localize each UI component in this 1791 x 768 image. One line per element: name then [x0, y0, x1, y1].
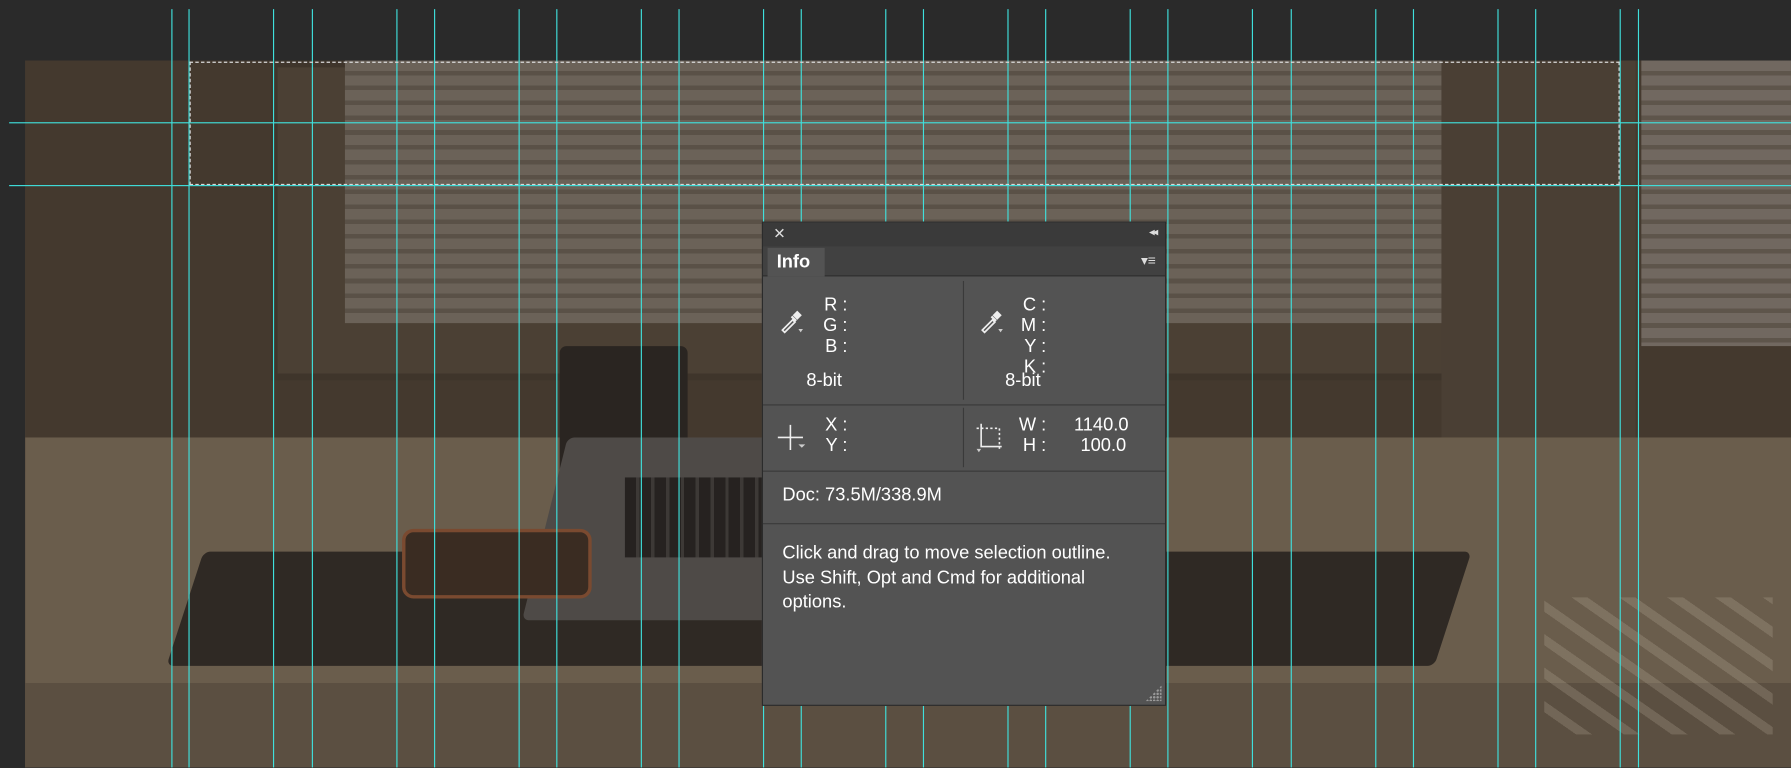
h-label: H :	[1022, 436, 1047, 456]
r-label: R :	[824, 295, 848, 316]
collapse-icon[interactable]: ◂◂	[1149, 226, 1158, 239]
x-label: X :	[825, 415, 848, 436]
y-position-label: Y :	[825, 436, 848, 456]
horizontal-guide[interactable]	[9, 185, 1791, 187]
tab-info[interactable]: Info	[767, 247, 825, 277]
info-panel[interactable]: ✕ ◂◂ Info ▾≡ R : G : B : 8-bit C : M : Y…	[761, 221, 1167, 706]
position-size-section: X : Y : W : H : 1140.0 100.0	[762, 405, 1166, 472]
panel-tabstrip: Info ▾≡	[762, 246, 1166, 277]
doc-size-readout[interactable]: Doc: 73.5M/338.9M	[782, 485, 941, 506]
marquee-selection[interactable]	[189, 61, 1620, 186]
g-label: G :	[823, 316, 848, 336]
cmyk-bit-depth: 8-bit	[1005, 371, 1041, 391]
w-label: W :	[1018, 415, 1047, 436]
photo-window-right	[1641, 60, 1791, 347]
c-label: C :	[1022, 295, 1047, 316]
tool-hint-section: Click and drag to move selection outline…	[763, 524, 1165, 704]
eyedropper-icon[interactable]	[979, 308, 1004, 334]
panel-menu-icon[interactable]: ▾≡	[1141, 252, 1156, 268]
doc-size-section: Doc: 73.5M/338.9M	[762, 472, 1166, 525]
selection-size-icon[interactable]	[975, 421, 1005, 453]
tool-hint-text: Click and drag to move selection outline…	[782, 543, 1111, 613]
h-value: 100.0	[1080, 436, 1127, 456]
w-value: 1140.0	[1073, 415, 1129, 436]
panel-titlebar[interactable]: ✕ ◂◂	[762, 222, 1166, 247]
eyedropper-icon[interactable]	[779, 308, 804, 334]
crosshair-icon[interactable]	[777, 424, 807, 451]
photo-desk-stitching	[1544, 597, 1773, 735]
color-readout-section: R : G : B : 8-bit C : M : Y : K : 8-bit	[762, 276, 1166, 406]
y-label: Y :	[1024, 336, 1047, 357]
rgb-bit-depth: 8-bit	[806, 371, 842, 391]
close-icon[interactable]: ✕	[773, 225, 785, 243]
photo-phone	[402, 528, 592, 599]
section-divider	[962, 280, 965, 400]
m-label: M :	[1020, 316, 1047, 336]
section-divider	[962, 407, 965, 468]
b-label: B :	[825, 336, 848, 357]
